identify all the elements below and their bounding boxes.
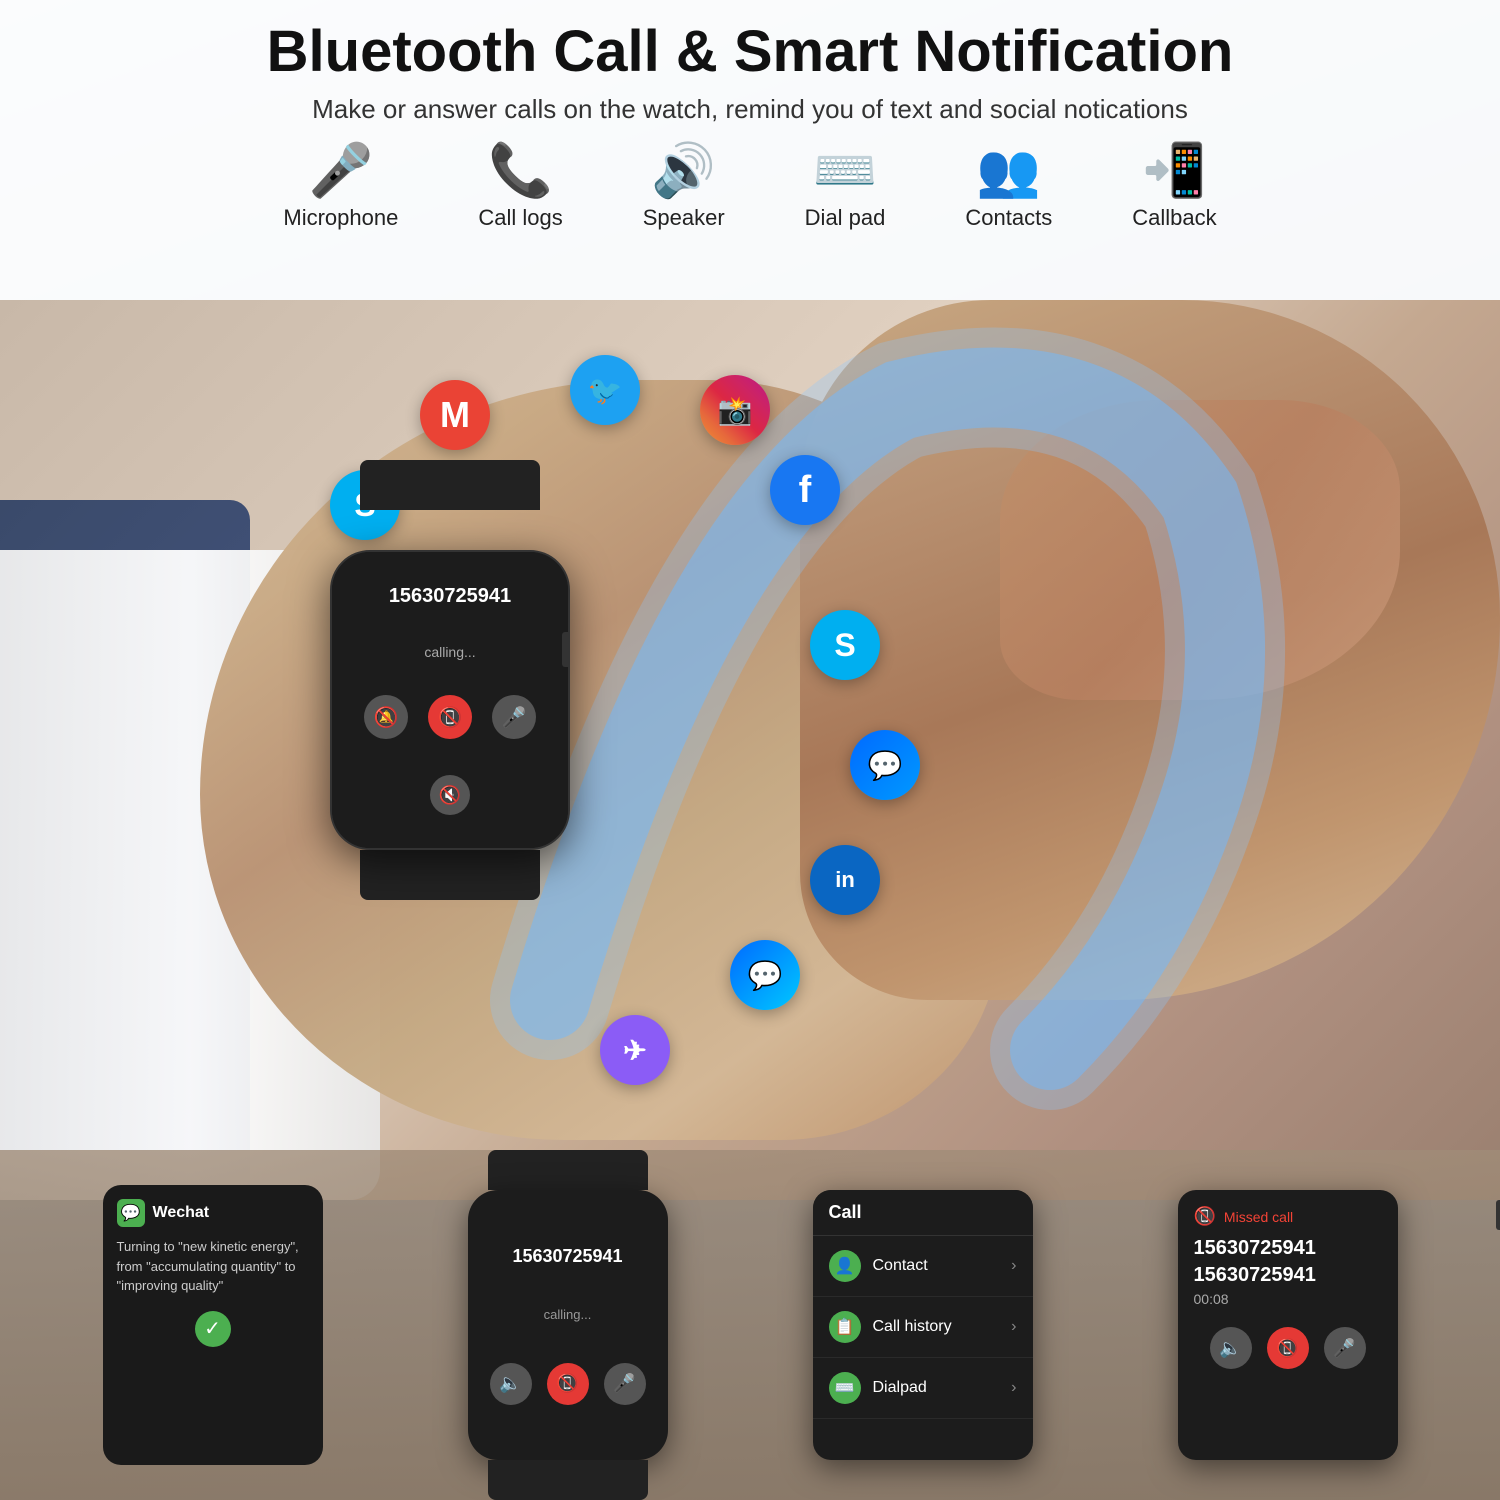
feature-contacts: 👥 Contacts: [965, 145, 1052, 231]
facebook-icon: f: [770, 455, 840, 525]
crown-button: [562, 632, 570, 667]
speaker-label: Speaker: [643, 205, 725, 231]
contact-arrow-icon: ›: [1011, 1257, 1016, 1275]
call-menu-title: Call: [813, 1190, 1033, 1236]
callback-icon: 📲: [1142, 145, 1207, 197]
calling-card-wrapper: 15630725941 calling... 🔈 📵 🎤: [468, 1150, 668, 1500]
dialpad-menu-icon: ⌨️: [829, 1372, 861, 1404]
missed-volume-button[interactable]: 🔈: [1210, 1327, 1252, 1369]
watch-mic-button[interactable]: 🎤: [492, 695, 536, 739]
calling-watch-band-bottom: [488, 1460, 648, 1500]
twitter-icon: 🐦: [570, 355, 640, 425]
dial-pad-label: Dial pad: [805, 205, 886, 231]
call-history-menu-label: Call history: [873, 1318, 952, 1336]
missed-mic-button[interactable]: 🎤: [1324, 1327, 1366, 1369]
call-menu-card: Call 👤 Contact › 📋 Call history › ⌨️ Dia…: [813, 1190, 1033, 1460]
wechat-icon: 💬: [117, 1199, 145, 1227]
main-watch: 15630725941 calling... 🔕 📵 🎤 🔇: [310, 460, 590, 840]
dialpad-menu-label: Dialpad: [873, 1379, 927, 1397]
wechat-header: 💬 Wechat: [117, 1199, 309, 1227]
dialpad-menu-item[interactable]: ⌨️ Dialpad ›: [813, 1358, 1033, 1419]
wechat-confirm-button[interactable]: ✓: [195, 1311, 231, 1347]
wechat-notification-card: 💬 Wechat Turning to "new kinetic energy"…: [103, 1185, 323, 1465]
dialpad-icon: ⌨️: [813, 145, 878, 197]
watch-body: 15630725941 calling... 🔕 📵 🎤 🔇: [330, 550, 570, 850]
call-history-menu-icon: 📋: [829, 1311, 861, 1343]
mic-button[interactable]: 🎤: [604, 1363, 646, 1405]
contact-menu-icon: 👤: [829, 1250, 861, 1282]
missed-call-phone-icon: 📵: [1194, 1206, 1216, 1227]
feature-dial-pad: ⌨️ Dial pad: [805, 145, 886, 231]
contacts-icon: 👥: [976, 145, 1041, 197]
watch-band-bottom: [360, 850, 540, 900]
calling-number: 15630725941: [512, 1246, 622, 1267]
feature-callback: 📲 Callback: [1132, 145, 1216, 231]
header-section: Bluetooth Call & Smart Notification Make…: [0, 0, 1500, 320]
missed-call-buttons: 🔈 📵 🎤: [1194, 1327, 1382, 1369]
gmail-icon: M: [420, 380, 490, 450]
wechat-check-area: ✓: [117, 1311, 309, 1347]
missed-decline-button[interactable]: 📵: [1267, 1327, 1309, 1369]
watch-calling-status: calling...: [424, 644, 475, 660]
bottom-section: 💬 Wechat Turning to "new kinetic energy"…: [0, 1150, 1500, 1500]
calling-crown: [1496, 1200, 1500, 1230]
speaker-icon: 🔊: [651, 145, 716, 197]
call-history-arrow-icon: ›: [1011, 1318, 1016, 1336]
watch-phone-number: 15630725941: [389, 585, 511, 608]
missed-call-card: 📵 Missed call 15630725941 15630725941 00…: [1178, 1190, 1398, 1460]
end-call-button[interactable]: 📵: [547, 1363, 589, 1405]
subtitle: Make or answer calls on the watch, remin…: [312, 94, 1188, 125]
watch-decline-button[interactable]: 📵: [428, 695, 472, 739]
missed-call-time: 00:08: [1194, 1291, 1382, 1307]
dialpad-arrow-icon: ›: [1011, 1379, 1016, 1397]
skype-mid-icon: S: [810, 610, 880, 680]
linkedin-icon: in: [810, 845, 880, 915]
calling-watch-band-top: [488, 1150, 648, 1190]
phone-icon: 📞: [488, 145, 553, 197]
watch-mute-button[interactable]: 🔕: [364, 695, 408, 739]
callback-label: Callback: [1132, 205, 1216, 231]
watch-band-top: [360, 460, 540, 510]
middle-section: M 🐦 📸 S f S 💬 in 💬 ✈ 15630725941 calling…: [0, 300, 1500, 1200]
watch-volume-button[interactable]: 🔇: [430, 775, 470, 815]
call-logs-label: Call logs: [478, 205, 562, 231]
microphone-icon: 🎤: [308, 145, 373, 197]
contact-menu-item[interactable]: 👤 Contact ›: [813, 1236, 1033, 1297]
microphone-label: Microphone: [283, 205, 398, 231]
telegram-icon: ✈: [600, 1015, 670, 1085]
messenger2-icon: 💬: [730, 940, 800, 1010]
watch-secondary-buttons: 🔇: [430, 775, 470, 815]
calling-watch-card: 15630725941 calling... 🔈 📵 🎤: [468, 1190, 668, 1460]
missed-call-number1: 15630725941: [1194, 1237, 1382, 1260]
contact-menu-label: Contact: [873, 1257, 928, 1275]
messenger-icon: 💬: [850, 730, 920, 800]
wechat-message-text: Turning to "new kinetic energy", from "a…: [117, 1237, 309, 1296]
missed-call-header: 📵 Missed call: [1194, 1206, 1382, 1227]
missed-call-number2: 15630725941: [1194, 1264, 1382, 1287]
feature-microphone: 🎤 Microphone: [283, 145, 398, 231]
feature-call-logs: 📞 Call logs: [478, 145, 562, 231]
features-row: 🎤 Microphone 📞 Call logs 🔊 Speaker ⌨️ Di…: [0, 145, 1500, 231]
call-history-menu-item[interactable]: 📋 Call history ›: [813, 1297, 1033, 1358]
knuckles: [1000, 400, 1400, 700]
calling-status: calling...: [544, 1307, 592, 1322]
speaker-button[interactable]: 🔈: [490, 1363, 532, 1405]
contacts-label: Contacts: [965, 205, 1052, 231]
watch-call-buttons: 🔕 📵 🎤: [364, 695, 536, 739]
wechat-app-name: Wechat: [153, 1204, 210, 1222]
instagram-icon: 📸: [700, 375, 770, 445]
feature-speaker: 🔊 Speaker: [643, 145, 725, 231]
calling-buttons: 🔈 📵 🎤: [490, 1363, 646, 1405]
missed-call-label: Missed call: [1224, 1209, 1293, 1225]
main-title: Bluetooth Call & Smart Notification: [267, 20, 1234, 84]
watch-screen: 15630725941 calling... 🔕 📵 🎤 🔇: [332, 552, 568, 848]
